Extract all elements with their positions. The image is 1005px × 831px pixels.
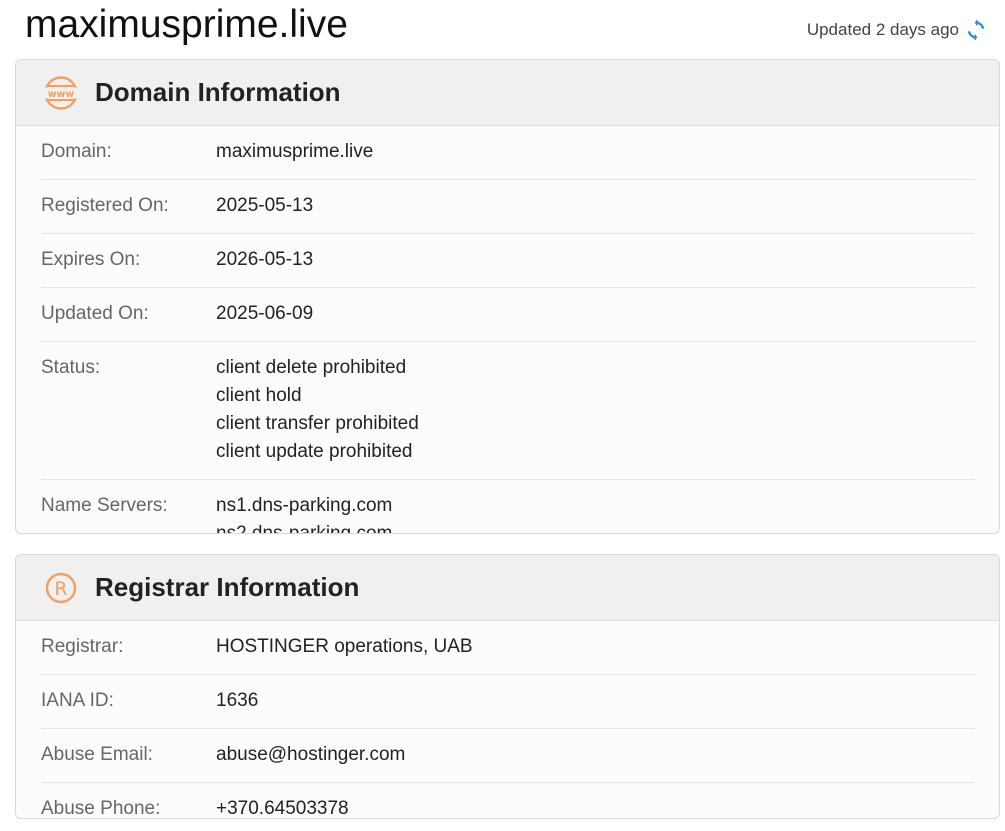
row-value: HOSTINGER operations, UAB <box>216 633 473 661</box>
row-value-line: 2025-05-13 <box>216 195 314 216</box>
info-row: Abuse Email: abuse@hostinger.com <box>41 729 975 783</box>
info-row: IANA ID: 1636 <box>41 675 975 729</box>
row-label: Abuse Email: <box>41 744 153 765</box>
row-label: Status: <box>41 357 101 378</box>
registrar-information-title: Registrar Information <box>95 572 360 602</box>
row-label: Expires On: <box>41 249 141 270</box>
row-value: 2025-05-13 <box>216 192 313 220</box>
page-title: maximusprime.live <box>25 3 348 46</box>
svg-text:R: R <box>54 578 67 600</box>
row-value-line: client transfer prohibited <box>216 413 419 434</box>
row-value-line: ns1.dns-parking.com <box>216 495 393 516</box>
row-value-line: client hold <box>216 385 302 406</box>
www-globe-icon: www <box>43 75 79 111</box>
updated-status: Updated 2 days ago <box>807 19 987 41</box>
info-row: Abuse Phone: +370.64503378 <box>41 783 975 819</box>
row-value: +370.64503378 <box>216 795 349 819</box>
row-value-line: 2026-05-13 <box>216 249 314 270</box>
row-value-line: client delete prohibited <box>216 357 407 378</box>
domain-information-card: www Domain Information Domain: maximuspri… <box>15 59 1000 534</box>
domain-information-header: www Domain Information <box>16 60 999 126</box>
row-label: Registrar: <box>41 636 124 657</box>
registrar-information-header: R Registrar Information <box>16 555 999 621</box>
info-row: Expires On: 2026-05-13 <box>41 234 975 288</box>
row-value: maximusprime.live <box>216 138 373 166</box>
row-value: 2026-05-13 <box>216 246 313 274</box>
row-value-line: maximusprime.live <box>216 141 374 162</box>
row-value-line: HOSTINGER operations, UAB <box>216 636 473 657</box>
row-value-line: abuse@hostinger.com <box>216 744 406 765</box>
row-value-line: ns2.dns-parking.com <box>216 523 393 534</box>
info-row: Name Servers: ns1.dns-parking.com ns2.dns-… <box>41 480 975 534</box>
updated-text: Updated 2 days ago <box>806 20 959 39</box>
refresh-icon[interactable] <box>965 19 987 41</box>
row-value: ns1.dns-parking.com ns2.dns-parking.com <box>216 492 393 534</box>
info-row: Registrar: HOSTINGER operations, UAB <box>41 621 975 675</box>
row-value: 2025-06-09 <box>216 300 313 328</box>
row-value: abuse@hostinger.com <box>216 741 405 769</box>
info-row: Domain: maximusprime.live <box>41 126 975 180</box>
svg-text:www: www <box>48 88 75 99</box>
row-label: Name Servers: <box>41 495 168 516</box>
row-label: Domain: <box>41 141 112 162</box>
row-label: Updated On: <box>41 303 149 324</box>
row-label: Abuse Phone: <box>41 798 161 819</box>
row-label: IANA ID: <box>41 690 114 711</box>
domain-information-title: Domain Information <box>95 77 341 107</box>
info-row: Registered On: 2025-05-13 <box>41 180 975 234</box>
row-value: client delete prohibited client hold clien… <box>216 354 419 466</box>
registered-icon: R <box>43 570 79 606</box>
domain-information-rows: Domain: maximusprime.live Registered On: 20… <box>16 126 999 534</box>
info-row: Updated On: 2025-06-09 <box>41 288 975 342</box>
info-row: Status: client delete prohibited client ho… <box>41 342 975 480</box>
registrar-information-card: R Registrar Information Registrar: HOSTIN… <box>15 554 1000 819</box>
registrar-information-rows: Registrar: HOSTINGER operations, UAB IANA … <box>16 621 999 819</box>
row-value: 1636 <box>216 687 258 715</box>
row-value-line: +370.64503378 <box>216 798 349 819</box>
row-label: Registered On: <box>41 195 169 216</box>
row-value-line: client update prohibited <box>216 441 413 462</box>
row-value-line: 1636 <box>216 690 259 711</box>
row-value-line: 2025-06-09 <box>216 303 314 324</box>
